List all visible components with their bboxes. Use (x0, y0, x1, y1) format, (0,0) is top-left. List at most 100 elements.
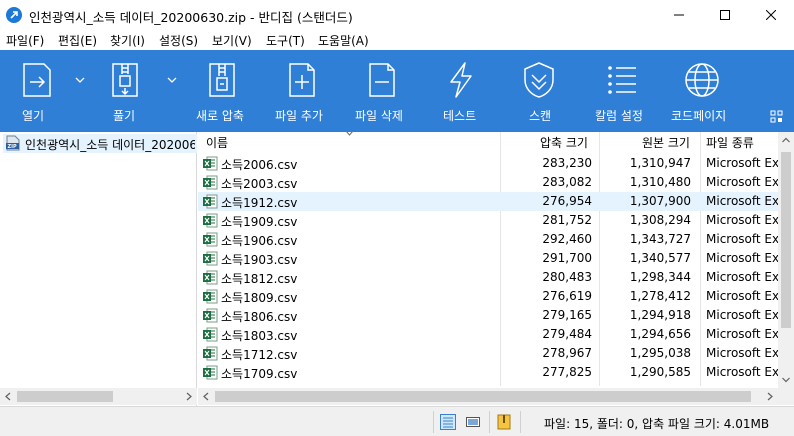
compressed-size: 283,230 (542, 156, 592, 170)
status-divider (433, 411, 434, 433)
compressed-size: 281,752 (542, 213, 592, 227)
menu-find[interactable]: 찾기(I) (110, 32, 145, 49)
delete-file-icon (369, 63, 395, 97)
delete-file-button[interactable]: 파일 삭제 (350, 50, 414, 132)
column-header-name[interactable]: 이름 (206, 132, 228, 154)
tree-horizontal-scrollbar[interactable] (0, 388, 197, 405)
original-size: 1,310,480 (629, 175, 691, 189)
menu-view[interactable]: 보기(V) (212, 32, 252, 49)
list-horizontal-scrollbar[interactable] (198, 388, 778, 405)
open-button[interactable]: 열기 (8, 50, 64, 132)
menu-file[interactable]: 파일(F) (6, 32, 44, 49)
file-type: Microsoft Excel (706, 270, 778, 284)
list-vscroll-thumb[interactable] (781, 152, 791, 328)
table-row[interactable]: 소득1912.csv 276,954 1,307,900 Microsoft Exce… (198, 192, 778, 211)
scroll-down-icon[interactable] (778, 371, 794, 388)
scan-button[interactable]: 스캔 (514, 50, 564, 132)
table-row[interactable]: 소득1903.csv 291,700 1,340,577 Microsoft Exce… (198, 249, 778, 268)
table-row[interactable]: 소득1809.csv 276,619 1,278,412 Microsoft Exce… (198, 287, 778, 306)
test-label: 테스트 (443, 109, 477, 123)
file-type: Microsoft Excel (706, 346, 778, 360)
folder-tree-pane: ZIP 인천광역시_소득 데이터_20200630.zip (0, 132, 197, 406)
table-row[interactable]: 소득2006.csv 283,230 1,310,947 Microsoft Exce… (198, 154, 778, 173)
extract-dropdown-chevron-icon[interactable] (167, 76, 177, 84)
compressed-size: 279,484 (542, 327, 592, 341)
globe-icon (685, 63, 719, 97)
new-archive-icon (209, 63, 235, 97)
compressed-size: 276,954 (542, 194, 592, 208)
scroll-left-icon[interactable] (0, 388, 17, 405)
column-header-file-type[interactable]: 파일 종류 (706, 132, 754, 154)
extract-label: 풀기 (113, 109, 136, 123)
excel-file-icon (203, 175, 218, 190)
excel-file-icon (203, 232, 218, 247)
original-size: 1,343,727 (629, 232, 691, 246)
table-row[interactable]: 소득1803.csv 279,484 1,294,656 Microsoft Exce… (198, 325, 778, 344)
tree-item-archive-root[interactable]: ZIP 인천광역시_소득 데이터_20200630.zip (3, 134, 197, 153)
new-archive-button[interactable]: 새로 압축 (190, 50, 256, 132)
menu-help[interactable]: 도움말(A) (318, 32, 369, 49)
tree-hscroll-thumb[interactable] (17, 391, 113, 402)
column-header-compressed-size[interactable]: 압축 크기 (540, 132, 588, 154)
scroll-left-icon[interactable] (198, 388, 215, 405)
compressed-size: 278,967 (542, 346, 592, 360)
close-button[interactable] (748, 0, 794, 30)
scroll-right-icon[interactable] (180, 388, 197, 405)
file-name: 소득1709.csv (221, 367, 298, 381)
scroll-right-icon[interactable] (761, 388, 778, 405)
codepage-button[interactable]: 코드페이지 (668, 50, 738, 132)
original-size: 1,294,656 (629, 327, 691, 341)
file-name: 소득1903.csv (221, 253, 298, 267)
test-button[interactable]: 테스트 (436, 50, 486, 132)
compressed-size: 277,825 (542, 365, 592, 379)
add-file-button[interactable]: 파일 추가 (270, 50, 334, 132)
extract-button[interactable]: 풀기 (97, 50, 153, 132)
file-name: 소득1909.csv (221, 215, 298, 229)
scroll-up-icon[interactable] (778, 132, 794, 149)
table-row[interactable]: 소득1712.csv 278,967 1,295,038 Microsoft Exce… (198, 344, 778, 363)
original-size: 1,307,900 (629, 194, 691, 208)
compressed-size: 276,619 (542, 289, 592, 303)
archive-info-icon[interactable] (496, 414, 512, 430)
details-view-icon[interactable] (440, 414, 456, 430)
file-type: Microsoft Excel (706, 365, 778, 379)
compressed-size: 283,082 (542, 175, 592, 189)
maximize-button[interactable] (702, 0, 748, 30)
list-icon (608, 66, 636, 94)
file-name: 소득2003.csv (221, 177, 298, 191)
minimize-button[interactable] (656, 0, 702, 30)
column-header-original-size[interactable]: 원본 크기 (642, 132, 690, 154)
table-row[interactable]: 소득2003.csv 283,082 1,310,480 Microsoft Exce… (198, 173, 778, 192)
menu-settings[interactable]: 설정(S) (159, 32, 198, 49)
column-settings-button[interactable]: 칼럼 설정 (590, 50, 654, 132)
preview-view-icon[interactable] (465, 414, 481, 430)
minimize-icon (674, 14, 684, 16)
open-dropdown-chevron-icon[interactable] (75, 76, 85, 84)
extract-icon (112, 63, 138, 97)
toolbar: 열기 풀기 새로 압축 파일 추가 파일 삭제 테스트 스캔 칼럼 설정 코드페… (0, 50, 794, 132)
file-type: Microsoft Excel (706, 251, 778, 265)
table-row[interactable]: 소득1812.csv 280,483 1,298,344 Microsoft Exce… (198, 268, 778, 287)
table-row[interactable]: 소득1909.csv 281,752 1,308,294 Microsoft Exce… (198, 211, 778, 230)
list-vertical-scrollbar[interactable] (778, 132, 794, 388)
original-size: 1,278,412 (629, 289, 691, 303)
excel-file-icon (203, 308, 218, 323)
status-divider (520, 411, 521, 433)
file-type: Microsoft Excel (706, 232, 778, 246)
table-row[interactable]: 소득1806.csv 279,165 1,294,918 Microsoft Exce… (198, 306, 778, 325)
excel-file-icon (203, 270, 218, 285)
file-name: 소득1809.csv (221, 291, 298, 305)
file-type: Microsoft Excel (706, 289, 778, 303)
file-name: 소득1806.csv (221, 310, 298, 324)
sort-chevron-down-icon (345, 132, 354, 139)
menu-edit[interactable]: 편집(E) (58, 32, 97, 49)
table-row[interactable]: 소득1709.csv 277,825 1,290,585 Microsoft Exce… (198, 363, 778, 382)
file-list-pane: 이름 압축 크기 원본 크기 파일 종류 소득2006.csv 283,230 1,… (198, 132, 794, 406)
toolbar-layout-icon[interactable] (770, 110, 784, 124)
file-name: 소득1712.csv (221, 348, 298, 362)
menu-tools[interactable]: 도구(T) (266, 32, 305, 49)
window-title: 인천광역시_소득 데이터_20200630.zip - 반디집 (스탠더드) (29, 10, 353, 25)
add-file-label: 파일 추가 (275, 109, 323, 123)
list-hscroll-thumb[interactable] (215, 391, 751, 402)
table-row[interactable]: 소득1906.csv 292,460 1,343,727 Microsoft Exce… (198, 230, 778, 249)
